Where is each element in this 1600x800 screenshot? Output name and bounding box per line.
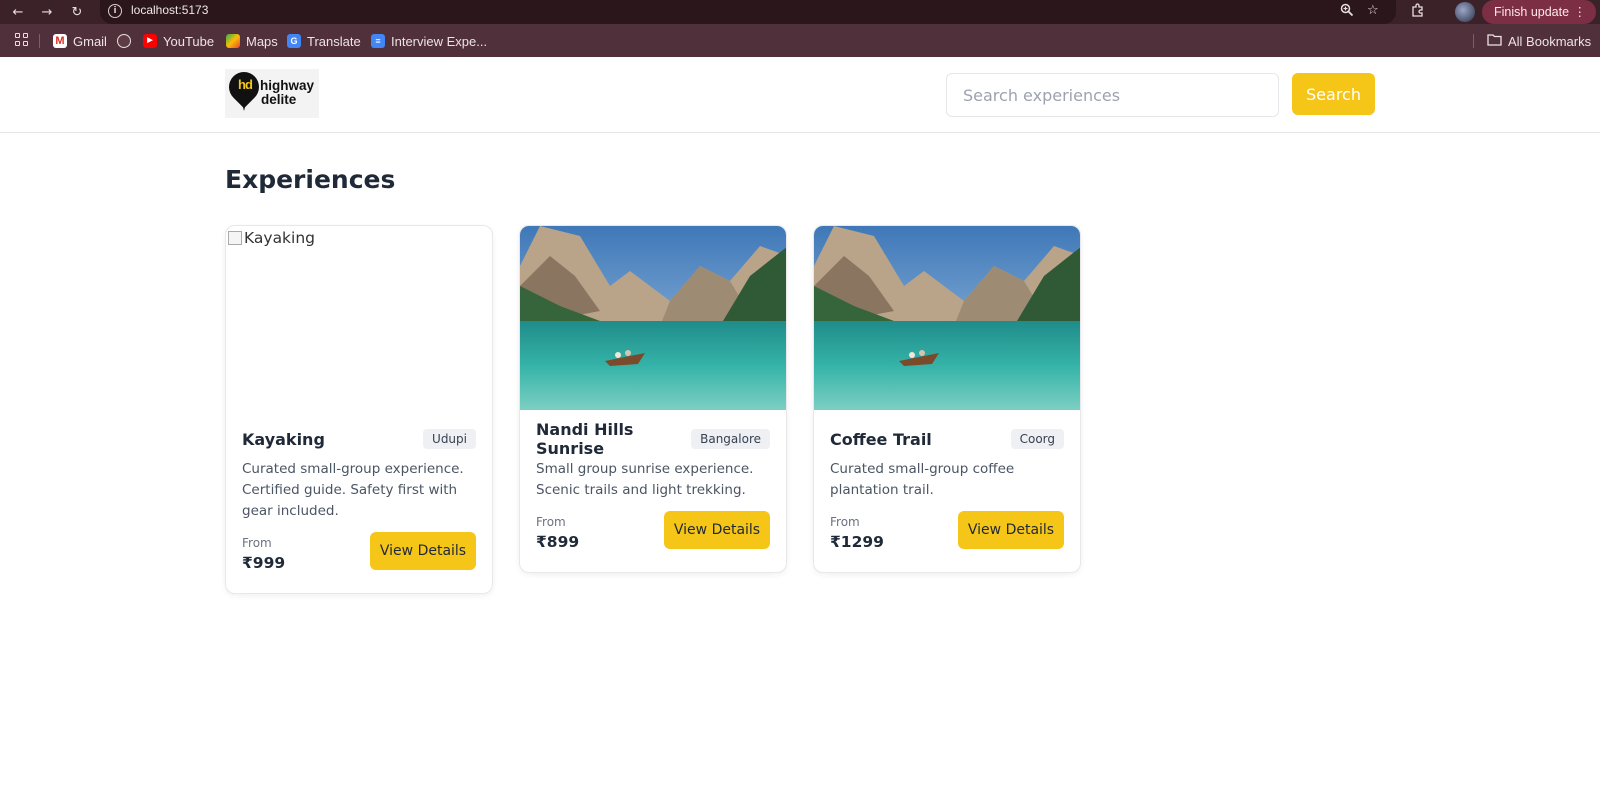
from-label: From (242, 536, 272, 550)
logo-text-line1: highway (260, 78, 315, 93)
all-bookmarks-label: All Bookmarks (1508, 33, 1592, 49)
card-title: Coffee Trail (830, 429, 932, 449)
card-description: Small group sunrise experience. Scenic t… (536, 461, 754, 498)
logo-text-line2: delite (261, 92, 297, 107)
finish-update-label: Finish update (1494, 5, 1570, 19)
bookmark-youtube[interactable]: ▶ YouTube (143, 32, 214, 50)
card-image (814, 226, 1080, 410)
profile-avatar[interactable] (1455, 2, 1475, 22)
zoom-icon[interactable] (1340, 3, 1354, 21)
price: ₹999 (242, 554, 286, 572)
url-text[interactable]: localhost:5173 (131, 3, 208, 17)
globe-icon (117, 34, 131, 48)
reload-icon[interactable]: ↻ (65, 0, 89, 24)
extensions-icon[interactable] (1410, 2, 1426, 22)
experience-card: Nandi Hills Sunrise Bangalore Small grou… (519, 225, 787, 573)
bookmark-gmail[interactable]: M Gmail (53, 32, 107, 50)
bookmark-label: Translate (307, 33, 361, 49)
card-image-broken: Kayaking (226, 226, 492, 410)
card-title: Nandi Hills Sunrise (536, 420, 634, 458)
price: ₹1299 (830, 533, 884, 551)
bookmark-translate[interactable]: G Translate (287, 32, 361, 50)
maps-icon (226, 34, 240, 48)
more-menu-icon: ⋮ (1573, 5, 1587, 19)
card-description: Curated small-group coffee plantation tr… (830, 461, 1015, 498)
card-description: Curated small-group experience. Certifie… (242, 461, 464, 519)
browser-toolbar: ← → ↻ i localhost:5173 ☆ Finish update ⋮ (0, 0, 1600, 24)
image-alt-text: Kayaking (244, 229, 316, 247)
address-bar[interactable]: i localhost:5173 ☆ (100, 0, 1396, 24)
forward-icon[interactable]: → (35, 0, 59, 24)
view-details-button[interactable]: View Details (370, 532, 476, 570)
experience-card: Coffee Trail Coorg Curated small-group c… (813, 225, 1081, 573)
bookmarks-bar: M Gmail ▶ YouTube Maps G Translate ≡ Int… (0, 24, 1600, 57)
location-badge: Coorg (1010, 429, 1064, 449)
finish-update-button[interactable]: Finish update ⋮ (1482, 0, 1596, 24)
search-button[interactable]: Search (1292, 73, 1375, 115)
bookmark-label: Gmail (73, 33, 107, 49)
location-badge: Bangalore (691, 429, 770, 449)
from-label: From (536, 515, 566, 529)
gmail-icon: M (53, 34, 67, 48)
logo-text: highway delite (260, 79, 314, 107)
all-bookmarks[interactable]: All Bookmarks (1487, 32, 1591, 50)
logo[interactable]: hd highway delite (222, 65, 319, 118)
view-details-button[interactable]: View Details (958, 511, 1064, 549)
back-icon[interactable]: ← (6, 0, 30, 24)
bookmark-star-icon[interactable]: ☆ (1367, 3, 1379, 18)
price: ₹899 (536, 533, 580, 551)
bookmark-interview[interactable]: ≡ Interview Expe... (371, 32, 487, 50)
search-input[interactable] (946, 73, 1279, 117)
location-badge: Udupi (423, 429, 476, 449)
apps-icon[interactable] (15, 33, 28, 46)
divider (1473, 34, 1474, 48)
folder-icon (1487, 33, 1502, 49)
bookmark-label: Interview Expe... (391, 33, 488, 49)
page-title: Experiences (225, 165, 396, 194)
broken-image-icon (228, 231, 242, 245)
site-info-icon[interactable]: i (108, 4, 122, 18)
bookmark-globe[interactable] (117, 32, 131, 50)
from-label: From (830, 515, 860, 529)
bookmark-label: YouTube (163, 33, 215, 49)
bookmark-label: Maps (246, 33, 278, 49)
page: hd highway delite Search Experiences Kay… (0, 57, 1600, 800)
logo-mark: hd (238, 77, 253, 92)
view-details-button[interactable]: View Details (664, 511, 770, 549)
card-image (520, 226, 786, 410)
card-title: Kayaking (242, 429, 325, 449)
divider (39, 34, 40, 48)
site-header: hd highway delite Search (0, 57, 1600, 133)
translate-icon: G (287, 34, 301, 48)
bookmark-maps[interactable]: Maps (226, 32, 278, 50)
youtube-icon: ▶ (143, 34, 157, 48)
docs-icon: ≡ (371, 34, 385, 48)
experience-card: Kayaking Kayaking Udupi Curated small-gr… (225, 225, 493, 594)
